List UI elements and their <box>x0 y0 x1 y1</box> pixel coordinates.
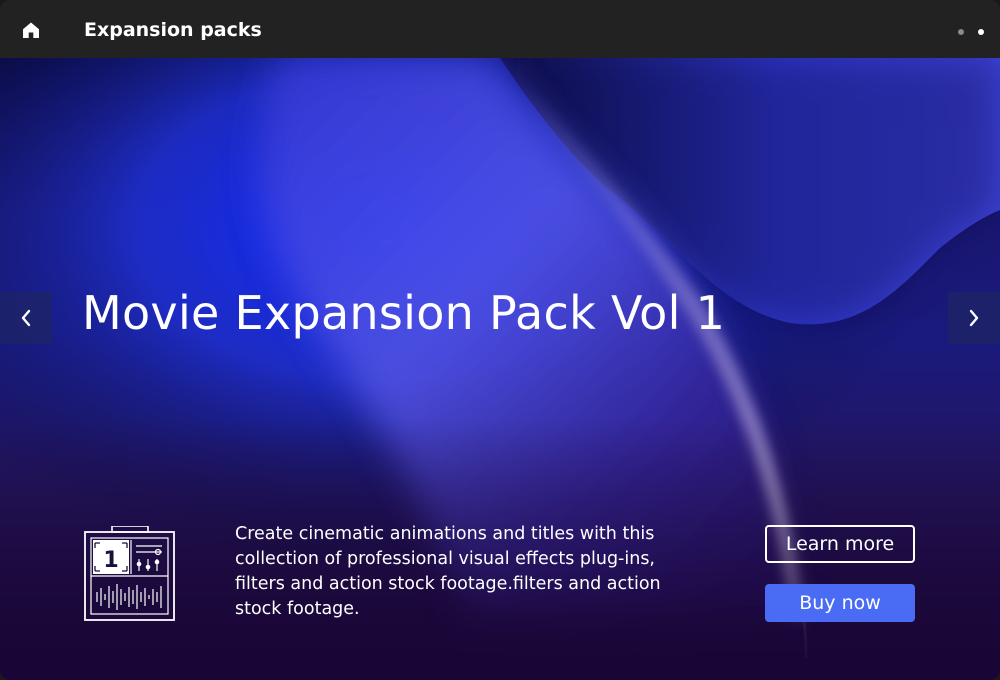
expansion-pack-icon: 1 <box>84 526 175 621</box>
page-dot-active[interactable] <box>978 29 984 35</box>
chevron-right-icon <box>969 309 979 327</box>
buy-now-button[interactable]: Buy now <box>765 584 915 622</box>
hero-banner: Movie Expansion Pack Vol 1 1 Create cine… <box>0 58 1000 680</box>
previous-slide-button[interactable] <box>0 292 52 344</box>
home-button[interactable] <box>12 11 50 49</box>
chevron-left-icon <box>21 309 31 327</box>
window-title: Expansion packs <box>84 19 262 41</box>
page-dot[interactable] <box>958 29 964 35</box>
expansion-packs-window: Expansion packs Movie Expansion Pack Vol… <box>0 0 1000 680</box>
home-icon <box>23 22 39 38</box>
next-slide-button[interactable] <box>948 292 1000 344</box>
pack-icon-badge: 1 <box>103 548 118 573</box>
learn-more-button[interactable]: Learn more <box>765 525 915 563</box>
pack-headline: Movie Expansion Pack Vol 1 <box>82 286 726 340</box>
pack-description: Create cinematic animations and titles w… <box>235 524 661 619</box>
title-bar: Expansion packs <box>0 0 1000 58</box>
page-indicator <box>958 29 984 35</box>
